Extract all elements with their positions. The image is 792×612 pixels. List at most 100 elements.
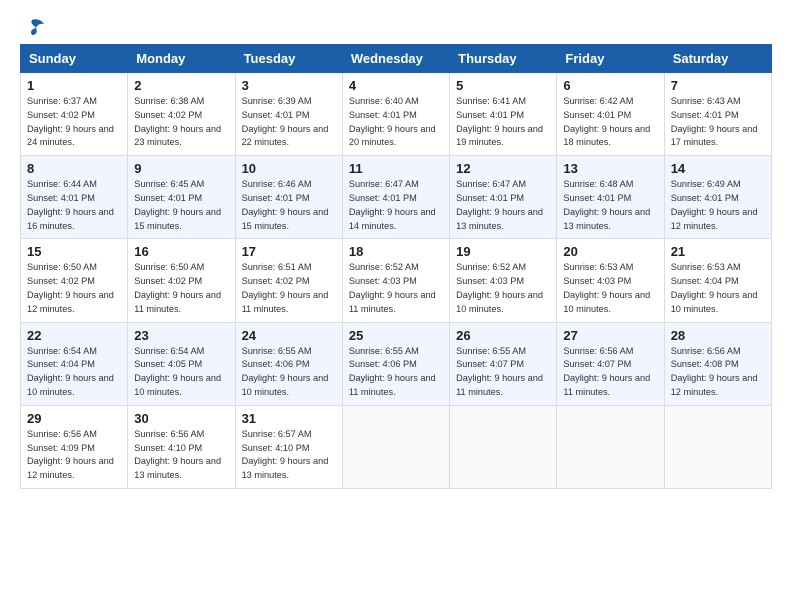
day-number: 21 bbox=[671, 244, 765, 259]
calendar-cell: 3 Sunrise: 6:39 AMSunset: 4:01 PMDayligh… bbox=[235, 73, 342, 156]
day-number: 28 bbox=[671, 328, 765, 343]
calendar-cell: 30 Sunrise: 6:56 AMSunset: 4:10 PMDaylig… bbox=[128, 405, 235, 488]
day-info: Sunrise: 6:41 AMSunset: 4:01 PMDaylight:… bbox=[456, 96, 543, 147]
day-info: Sunrise: 6:52 AMSunset: 4:03 PMDaylight:… bbox=[456, 262, 543, 313]
day-info: Sunrise: 6:56 AMSunset: 4:10 PMDaylight:… bbox=[134, 429, 221, 480]
day-number: 26 bbox=[456, 328, 550, 343]
calendar-cell: 25 Sunrise: 6:55 AMSunset: 4:06 PMDaylig… bbox=[342, 322, 449, 405]
day-info: Sunrise: 6:56 AMSunset: 4:07 PMDaylight:… bbox=[563, 346, 650, 397]
day-info: Sunrise: 6:51 AMSunset: 4:02 PMDaylight:… bbox=[242, 262, 329, 313]
calendar-cell bbox=[450, 405, 557, 488]
day-info: Sunrise: 6:46 AMSunset: 4:01 PMDaylight:… bbox=[242, 179, 329, 230]
calendar-cell: 9 Sunrise: 6:45 AMSunset: 4:01 PMDayligh… bbox=[128, 156, 235, 239]
calendar-cell: 28 Sunrise: 6:56 AMSunset: 4:08 PMDaylig… bbox=[664, 322, 771, 405]
calendar-cell: 20 Sunrise: 6:53 AMSunset: 4:03 PMDaylig… bbox=[557, 239, 664, 322]
day-number: 17 bbox=[242, 244, 336, 259]
calendar-cell: 26 Sunrise: 6:55 AMSunset: 4:07 PMDaylig… bbox=[450, 322, 557, 405]
calendar-table: Sunday Monday Tuesday Wednesday Thursday… bbox=[20, 44, 772, 489]
calendar-cell: 12 Sunrise: 6:47 AMSunset: 4:01 PMDaylig… bbox=[450, 156, 557, 239]
calendar-cell: 2 Sunrise: 6:38 AMSunset: 4:02 PMDayligh… bbox=[128, 73, 235, 156]
weekday-header-row: Sunday Monday Tuesday Wednesday Thursday… bbox=[21, 45, 772, 73]
header-friday: Friday bbox=[557, 45, 664, 73]
day-info: Sunrise: 6:45 AMSunset: 4:01 PMDaylight:… bbox=[134, 179, 221, 230]
day-number: 27 bbox=[563, 328, 657, 343]
day-number: 29 bbox=[27, 411, 121, 426]
calendar-cell: 18 Sunrise: 6:52 AMSunset: 4:03 PMDaylig… bbox=[342, 239, 449, 322]
header-area bbox=[20, 18, 772, 36]
calendar-cell: 16 Sunrise: 6:50 AMSunset: 4:02 PMDaylig… bbox=[128, 239, 235, 322]
day-number: 1 bbox=[27, 78, 121, 93]
header-sunday: Sunday bbox=[21, 45, 128, 73]
logo bbox=[20, 18, 44, 36]
day-info: Sunrise: 6:48 AMSunset: 4:01 PMDaylight:… bbox=[563, 179, 650, 230]
calendar-week-row: 15 Sunrise: 6:50 AMSunset: 4:02 PMDaylig… bbox=[21, 239, 772, 322]
day-info: Sunrise: 6:50 AMSunset: 4:02 PMDaylight:… bbox=[27, 262, 114, 313]
day-number: 24 bbox=[242, 328, 336, 343]
header-thursday: Thursday bbox=[450, 45, 557, 73]
day-number: 31 bbox=[242, 411, 336, 426]
day-number: 6 bbox=[563, 78, 657, 93]
calendar-cell: 22 Sunrise: 6:54 AMSunset: 4:04 PMDaylig… bbox=[21, 322, 128, 405]
calendar-cell: 13 Sunrise: 6:48 AMSunset: 4:01 PMDaylig… bbox=[557, 156, 664, 239]
day-number: 18 bbox=[349, 244, 443, 259]
header-saturday: Saturday bbox=[664, 45, 771, 73]
day-info: Sunrise: 6:55 AMSunset: 4:06 PMDaylight:… bbox=[349, 346, 436, 397]
calendar-cell: 7 Sunrise: 6:43 AMSunset: 4:01 PMDayligh… bbox=[664, 73, 771, 156]
day-number: 23 bbox=[134, 328, 228, 343]
day-number: 15 bbox=[27, 244, 121, 259]
header-wednesday: Wednesday bbox=[342, 45, 449, 73]
calendar-cell: 17 Sunrise: 6:51 AMSunset: 4:02 PMDaylig… bbox=[235, 239, 342, 322]
day-number: 20 bbox=[563, 244, 657, 259]
day-number: 10 bbox=[242, 161, 336, 176]
day-info: Sunrise: 6:44 AMSunset: 4:01 PMDaylight:… bbox=[27, 179, 114, 230]
calendar-cell: 6 Sunrise: 6:42 AMSunset: 4:01 PMDayligh… bbox=[557, 73, 664, 156]
day-number: 8 bbox=[27, 161, 121, 176]
calendar-week-row: 22 Sunrise: 6:54 AMSunset: 4:04 PMDaylig… bbox=[21, 322, 772, 405]
day-info: Sunrise: 6:57 AMSunset: 4:10 PMDaylight:… bbox=[242, 429, 329, 480]
day-info: Sunrise: 6:56 AMSunset: 4:09 PMDaylight:… bbox=[27, 429, 114, 480]
day-info: Sunrise: 6:50 AMSunset: 4:02 PMDaylight:… bbox=[134, 262, 221, 313]
calendar-week-row: 29 Sunrise: 6:56 AMSunset: 4:09 PMDaylig… bbox=[21, 405, 772, 488]
day-number: 3 bbox=[242, 78, 336, 93]
calendar-cell bbox=[664, 405, 771, 488]
day-info: Sunrise: 6:52 AMSunset: 4:03 PMDaylight:… bbox=[349, 262, 436, 313]
day-number: 25 bbox=[349, 328, 443, 343]
day-info: Sunrise: 6:40 AMSunset: 4:01 PMDaylight:… bbox=[349, 96, 436, 147]
day-info: Sunrise: 6:56 AMSunset: 4:08 PMDaylight:… bbox=[671, 346, 758, 397]
calendar-cell: 23 Sunrise: 6:54 AMSunset: 4:05 PMDaylig… bbox=[128, 322, 235, 405]
calendar-cell: 14 Sunrise: 6:49 AMSunset: 4:01 PMDaylig… bbox=[664, 156, 771, 239]
day-info: Sunrise: 6:55 AMSunset: 4:07 PMDaylight:… bbox=[456, 346, 543, 397]
calendar-cell: 1 Sunrise: 6:37 AMSunset: 4:02 PMDayligh… bbox=[21, 73, 128, 156]
calendar-cell bbox=[342, 405, 449, 488]
header-tuesday: Tuesday bbox=[235, 45, 342, 73]
day-number: 11 bbox=[349, 161, 443, 176]
calendar-week-row: 8 Sunrise: 6:44 AMSunset: 4:01 PMDayligh… bbox=[21, 156, 772, 239]
day-info: Sunrise: 6:54 AMSunset: 4:04 PMDaylight:… bbox=[27, 346, 114, 397]
calendar-cell: 15 Sunrise: 6:50 AMSunset: 4:02 PMDaylig… bbox=[21, 239, 128, 322]
day-number: 4 bbox=[349, 78, 443, 93]
calendar-cell: 27 Sunrise: 6:56 AMSunset: 4:07 PMDaylig… bbox=[557, 322, 664, 405]
calendar-cell: 5 Sunrise: 6:41 AMSunset: 4:01 PMDayligh… bbox=[450, 73, 557, 156]
calendar-cell: 11 Sunrise: 6:47 AMSunset: 4:01 PMDaylig… bbox=[342, 156, 449, 239]
calendar-cell bbox=[557, 405, 664, 488]
day-number: 14 bbox=[671, 161, 765, 176]
day-info: Sunrise: 6:47 AMSunset: 4:01 PMDaylight:… bbox=[349, 179, 436, 230]
day-info: Sunrise: 6:53 AMSunset: 4:04 PMDaylight:… bbox=[671, 262, 758, 313]
day-number: 7 bbox=[671, 78, 765, 93]
day-number: 5 bbox=[456, 78, 550, 93]
day-info: Sunrise: 6:55 AMSunset: 4:06 PMDaylight:… bbox=[242, 346, 329, 397]
day-number: 19 bbox=[456, 244, 550, 259]
calendar-cell: 19 Sunrise: 6:52 AMSunset: 4:03 PMDaylig… bbox=[450, 239, 557, 322]
day-info: Sunrise: 6:49 AMSunset: 4:01 PMDaylight:… bbox=[671, 179, 758, 230]
calendar-cell: 24 Sunrise: 6:55 AMSunset: 4:06 PMDaylig… bbox=[235, 322, 342, 405]
day-info: Sunrise: 6:38 AMSunset: 4:02 PMDaylight:… bbox=[134, 96, 221, 147]
day-info: Sunrise: 6:47 AMSunset: 4:01 PMDaylight:… bbox=[456, 179, 543, 230]
calendar-cell: 31 Sunrise: 6:57 AMSunset: 4:10 PMDaylig… bbox=[235, 405, 342, 488]
calendar-week-row: 1 Sunrise: 6:37 AMSunset: 4:02 PMDayligh… bbox=[21, 73, 772, 156]
calendar-cell: 10 Sunrise: 6:46 AMSunset: 4:01 PMDaylig… bbox=[235, 156, 342, 239]
day-info: Sunrise: 6:43 AMSunset: 4:01 PMDaylight:… bbox=[671, 96, 758, 147]
calendar-cell: 4 Sunrise: 6:40 AMSunset: 4:01 PMDayligh… bbox=[342, 73, 449, 156]
calendar-cell: 21 Sunrise: 6:53 AMSunset: 4:04 PMDaylig… bbox=[664, 239, 771, 322]
day-info: Sunrise: 6:39 AMSunset: 4:01 PMDaylight:… bbox=[242, 96, 329, 147]
day-number: 13 bbox=[563, 161, 657, 176]
